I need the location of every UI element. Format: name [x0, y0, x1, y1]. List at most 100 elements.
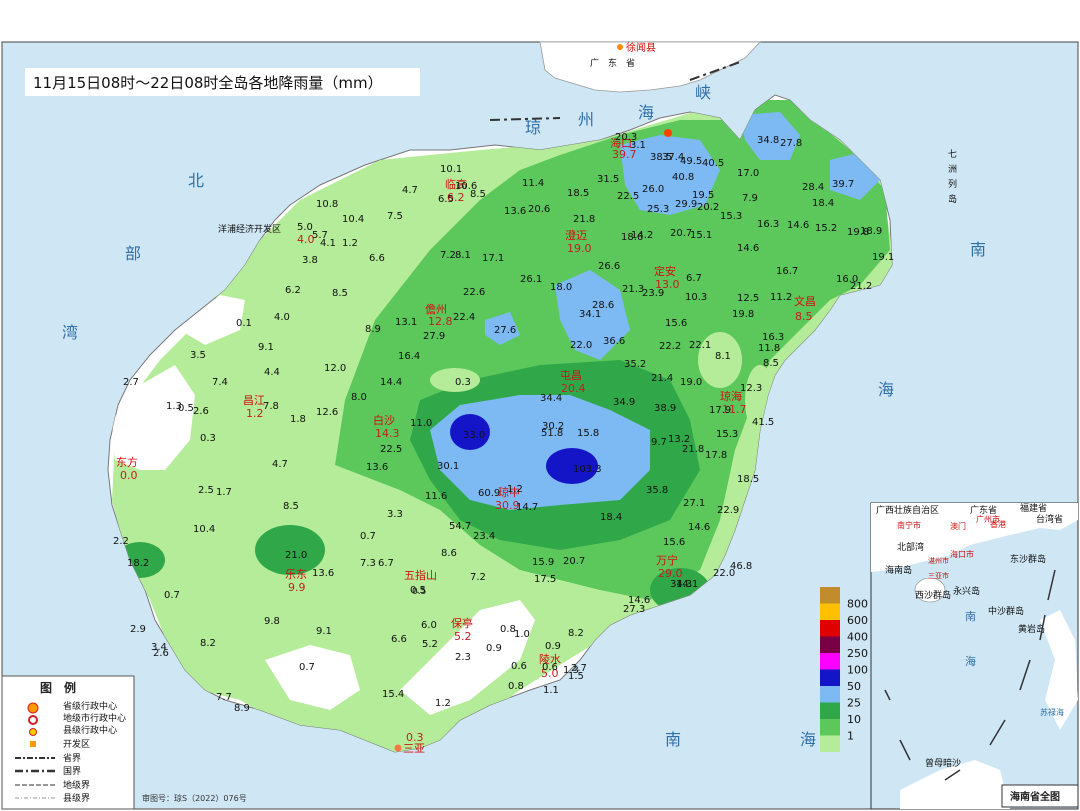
station-value: 40.5 [702, 158, 724, 169]
station-value: 7.8 [263, 401, 279, 412]
station-value: 15.2 [815, 223, 837, 234]
legend-swatch [820, 686, 840, 703]
station-value: 7.2 [470, 572, 486, 583]
station-value: 9.1 [316, 626, 332, 637]
city-wanning: 万宁 [656, 553, 678, 567]
station-value: 7.4 [212, 377, 228, 388]
haikou-marker [664, 129, 672, 137]
station-value: 13.6 [312, 568, 334, 579]
station-value: 28.4 [802, 182, 824, 193]
station-value: 23.4 [473, 531, 495, 542]
station-value: 6.0 [421, 620, 437, 631]
station-value: 34.4 [540, 393, 562, 404]
inset-map: 广西壮族自治区 广东省 福建省 台湾省 南宁市 广州市 澳门 香港 海口市 北部… [870, 502, 1079, 810]
station-value: 36.6 [603, 336, 625, 347]
station-value: 27.6 [494, 325, 516, 336]
station-value: 6.6 [369, 253, 385, 264]
station-value: 8.6 [441, 548, 457, 559]
station-value: 17.9 [709, 405, 731, 416]
station-value: 10.4 [193, 524, 215, 535]
station-value: 12.5 [737, 293, 759, 304]
xuwen-label: 徐闻县 [626, 41, 656, 54]
inset-label-zengmu: 曾母暗沙 [925, 757, 961, 769]
city-wuzhishan: 五指山 [404, 568, 437, 582]
station-value: 49.5 [680, 156, 702, 167]
station-value: 8.5 [332, 288, 348, 299]
station-value: 22.2 [659, 341, 681, 352]
station-value: 3.8 [302, 255, 318, 266]
station-value: 14.6 [737, 243, 759, 254]
city-tunchang-value: 20.4 [561, 382, 586, 395]
station-value: 35.8 [646, 485, 668, 496]
station-value: 31.5 [597, 174, 619, 185]
station-value: 19.8 [732, 309, 754, 320]
station-value: 23.9 [642, 288, 664, 299]
legend-swatch [820, 653, 840, 670]
station-value: 29.9 [675, 199, 697, 210]
sea-label-qiong: 琼 [525, 118, 541, 137]
station-value: 14.6 [688, 522, 710, 533]
station-value: 20.7 [670, 228, 692, 239]
station-value: 8.1 [715, 351, 731, 362]
station-value: 39.7 [832, 179, 854, 190]
inset-label-macau: 澳门 [950, 521, 966, 531]
station-value: 14.4 [380, 377, 402, 388]
qizhou-4: 岛 [948, 193, 957, 205]
legend-swatch [820, 735, 840, 752]
station-value: 3.3 [387, 509, 403, 520]
station-value: 2.5 [198, 485, 214, 496]
station-value: 27.3 [623, 604, 645, 615]
city-baoting-value: 5.2 [454, 630, 472, 643]
station-value: 2.9 [130, 624, 146, 635]
station-value: 10.8 [316, 199, 338, 210]
station-value: 1.2 [435, 698, 451, 709]
city-wenchang: 文昌 [794, 294, 816, 308]
station-value: 10.1 [440, 164, 462, 175]
station-value: 27.8 [780, 138, 802, 149]
station-value: 22.4 [453, 312, 475, 323]
station-value: 2.7 [123, 377, 139, 388]
city-sanya: 三亚 [403, 742, 425, 755]
station-value: 18.4 [600, 512, 622, 523]
station-value: 15.3 [716, 429, 738, 440]
station-value: 0.3 [200, 433, 216, 444]
station-value: 15.8 [577, 428, 599, 439]
station-value: 38.9 [654, 403, 676, 414]
legend-item-6: 国界 [63, 766, 81, 777]
station-value: 12.3 [740, 383, 762, 394]
inset-title: 海南省全图 [1010, 790, 1060, 803]
legend-swatch [820, 603, 840, 620]
rainfall-map: 11月15日08时～22日08时全岛各地降雨量（mm） 北 部 湾 琼 州 海 … [1, 41, 1079, 810]
station-value: 34.8 [757, 135, 779, 146]
station-value: 22.5 [380, 444, 402, 455]
station-value: 8.5 [470, 189, 486, 200]
legend-swatch [820, 669, 840, 686]
station-value: 46.8 [730, 561, 752, 572]
station-value: 8.2 [568, 628, 584, 639]
legend-item-3: 县级行政中心 [63, 724, 117, 736]
qizhou-1: 七 [948, 149, 957, 160]
station-value: 11.6 [425, 491, 447, 502]
station-value: 51.8 [541, 428, 563, 439]
provincial-capital-icon [27, 702, 39, 714]
station-value: 11.0 [410, 418, 432, 429]
station-value: 60.9 [478, 488, 500, 499]
inset-label-fujian: 福建省 [1020, 502, 1047, 514]
legend-swatch [820, 636, 840, 653]
station-value: 15.9 [532, 557, 554, 568]
map-title: 11月15日08时～22日08时全岛各地降雨量（mm） [33, 74, 383, 92]
station-value: 103.3 [573, 464, 602, 475]
station-value: 6.7 [378, 558, 394, 569]
prefecture-city-icon [28, 715, 38, 725]
inset-label-hongkong: 香港 [990, 519, 1006, 529]
legend-swatch [820, 587, 840, 604]
station-value: 7.9 [742, 193, 758, 204]
station-value: 26.0 [642, 184, 664, 195]
station-value: 1.7 [216, 487, 232, 498]
city-danzhou-value: 12.8 [428, 315, 453, 328]
station-value: 18.4 [812, 198, 834, 209]
station-value: 0.7 [360, 531, 376, 542]
station-value: 12.0 [324, 363, 346, 374]
station-value: 2.6 [153, 648, 169, 659]
station-value: 27.1 [683, 498, 705, 509]
